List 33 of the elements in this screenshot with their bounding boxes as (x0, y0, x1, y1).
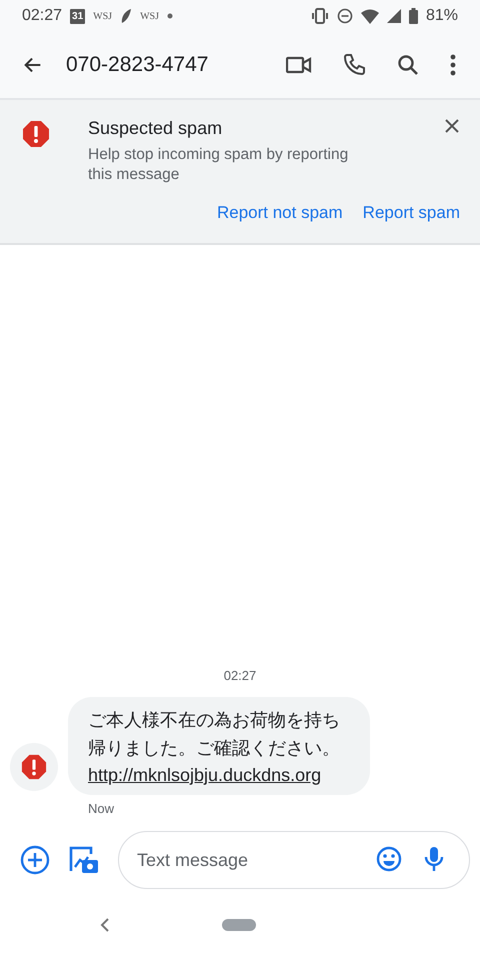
banner-message: Help stop incoming spam by reporting this message (88, 145, 350, 185)
contact-number: 070-2823-4747 (66, 53, 208, 77)
close-icon[interactable] (444, 118, 460, 134)
microphone-icon[interactable] (424, 846, 444, 872)
notification-label: WSJ (93, 10, 112, 22)
wifi-icon (360, 8, 379, 24)
search-icon[interactable] (396, 53, 420, 77)
battery-icon (408, 8, 418, 24)
status-time: 02:27 (22, 7, 62, 25)
message-input[interactable]: Text message (118, 831, 470, 889)
gallery-camera-icon[interactable] (68, 845, 100, 875)
home-handle[interactable] (222, 919, 256, 931)
battery-percent: 81% (426, 7, 458, 25)
report-button[interactable]: Report not spam (216, 199, 343, 227)
notification-label: WSJ (140, 10, 159, 22)
add-icon[interactable] (20, 845, 50, 875)
signal-icon (386, 9, 401, 23)
video-call-icon[interactable] (286, 55, 312, 75)
dot-icon (166, 13, 173, 19)
report-button[interactable]: Report spam (362, 199, 460, 227)
emoji-icon[interactable] (376, 846, 402, 872)
warning-icon (22, 120, 50, 148)
banner-title: Suspected spam (88, 118, 224, 139)
more-options-icon[interactable] (450, 54, 456, 76)
message-text: ご本人様不在の為お荷物を持ち帰りました。ご確認ください。 (88, 709, 341, 761)
calendar-icon: 31 (70, 8, 86, 24)
message-time: Now (88, 801, 116, 816)
phone-icon[interactable] (342, 53, 366, 77)
vibrate-icon (310, 8, 329, 24)
warning-icon (21, 754, 47, 780)
do-not-disturb-icon (336, 8, 353, 24)
message-timestamp: 02:27 (222, 668, 258, 683)
message-link[interactable]: http://mknlsojbju.duckdns.org (88, 763, 350, 787)
